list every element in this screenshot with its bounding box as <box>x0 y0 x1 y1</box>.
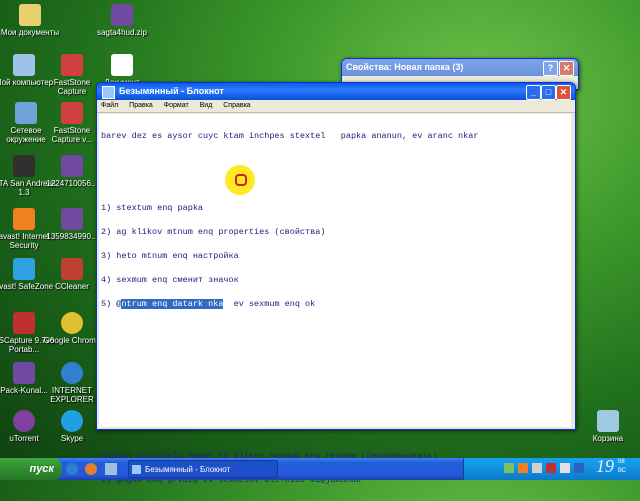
desktop-icon-faststone-v[interactable]: FastStone Capture v... <box>40 102 104 144</box>
properties-titlebar[interactable]: Свойства: Новая папка (3) ? ✕ <box>342 59 578 76</box>
desktop-icon-ie[interactable]: INTERNET EXPLORER <box>40 362 104 404</box>
show-desktop-icon[interactable] <box>104 463 117 475</box>
close-button[interactable]: ✕ <box>556 85 571 100</box>
game-icon <box>13 155 35 177</box>
fscapture-icon <box>13 312 35 334</box>
tray-icon-5[interactable] <box>560 463 570 473</box>
selected-text: ntrum enq datark nka <box>121 299 224 309</box>
text-area[interactable]: barev dez es aysor cuyc ktam inchpes ste… <box>99 114 571 484</box>
maximize-button[interactable]: □ <box>541 85 556 100</box>
text-line: 4) sexmum enq сменит значок <box>101 275 239 285</box>
skype-icon <box>61 410 83 432</box>
tray-icon-4[interactable] <box>546 463 556 473</box>
faststone-icon <box>61 102 83 124</box>
notepad-task-icon <box>132 465 141 474</box>
clock-day: 08 <box>618 459 625 465</box>
ie-quicklaunch-icon[interactable] <box>66 463 78 475</box>
desktop-icon-archive-1224[interactable]: 1224710056... <box>40 155 104 188</box>
desktop-icon-recycle-bin[interactable]: Корзина <box>576 410 640 443</box>
folder-icon <box>19 4 41 26</box>
tray-icon-3[interactable] <box>532 463 542 473</box>
archive-icon <box>61 208 83 230</box>
task-notepad[interactable]: Безымянный - Блокнот <box>128 460 278 478</box>
menu-format[interactable]: Формат <box>164 102 189 109</box>
text-line: 3) heto mtnum enq настройка <box>101 251 239 261</box>
archive-icon <box>111 4 133 26</box>
archive-icon <box>61 155 83 177</box>
tray-icon-1[interactable] <box>504 463 514 473</box>
notepad-title: Безымянный - Блокнот <box>119 86 224 96</box>
menu-bar: Файл Правка Формат Вид Справка <box>97 100 575 113</box>
quick-launch <box>66 462 117 480</box>
desktop-icon-ccleaner[interactable]: CCleaner <box>40 258 104 291</box>
faststone-icon <box>61 54 83 76</box>
text-line-5: 5) @ntrum enq datark nka ev sexmum enq o… <box>101 299 316 309</box>
text-line <box>101 156 569 164</box>
clock-day2: ВС <box>618 468 627 474</box>
tray-icon-6[interactable] <box>574 463 584 473</box>
desktop-icon-my-documents[interactable]: Мои документы <box>0 4 62 37</box>
text-line: 2) ag klikov mtnum enq properties (свойс… <box>101 227 326 237</box>
start-button[interactable]: пуск <box>0 458 62 480</box>
help-button[interactable]: ? <box>543 61 558 76</box>
text-line: barev dez es aysor cuyc ktam inchpes ste… <box>101 131 479 141</box>
mouse-pointer-icon <box>235 174 247 186</box>
taskbar: пуск Безымянный - Блокнот RL 19 08 ВС <box>0 456 640 480</box>
chrome-icon <box>61 312 83 334</box>
close-button[interactable]: ✕ <box>559 61 574 76</box>
ie-icon <box>61 362 83 384</box>
menu-edit[interactable]: Правка <box>129 102 153 109</box>
clock[interactable]: 19 <box>596 456 614 477</box>
desktop-icon-chrome[interactable]: Google Chrome <box>40 312 104 345</box>
media-quicklaunch-icon[interactable] <box>85 463 98 475</box>
avast-icon <box>13 208 35 230</box>
notepad-titlebar[interactable]: Безымянный - Блокнот _ □ ✕ <box>97 83 575 100</box>
safezone-icon <box>13 258 35 280</box>
start-label: пуск <box>29 463 54 475</box>
desktop-icon-sagta4hud[interactable]: sagta4hud.zip <box>90 4 154 37</box>
notepad-icon <box>102 86 115 99</box>
blank-space <box>101 324 569 436</box>
tray-icon-2[interactable] <box>518 463 528 473</box>
notepad-window[interactable]: Безымянный - Блокнот _ □ ✕ Файл Правка Ф… <box>96 82 576 484</box>
properties-title: Свойства: Новая папка (3) <box>346 62 464 72</box>
minimize-button[interactable]: _ <box>526 85 541 100</box>
ccleaner-icon <box>61 258 83 280</box>
desktop-icon-archive-1359[interactable]: 1359834990... <box>40 208 104 241</box>
network-icon <box>15 102 37 124</box>
menu-file[interactable]: Файл <box>101 102 118 109</box>
text-line <box>101 180 569 188</box>
system-tray: 19 08 ВС <box>463 456 640 480</box>
computer-icon <box>13 54 35 76</box>
recycle-bin-icon <box>597 410 619 432</box>
menu-help[interactable]: Справка <box>223 102 250 109</box>
text-line: 1) stextum enq papka <box>101 203 204 213</box>
archive-icon <box>13 362 35 384</box>
desktop-icon-skype[interactable]: Skype <box>40 410 104 443</box>
utorrent-icon <box>13 410 35 432</box>
menu-view[interactable]: Вид <box>200 102 213 109</box>
document-icon <box>111 54 133 76</box>
